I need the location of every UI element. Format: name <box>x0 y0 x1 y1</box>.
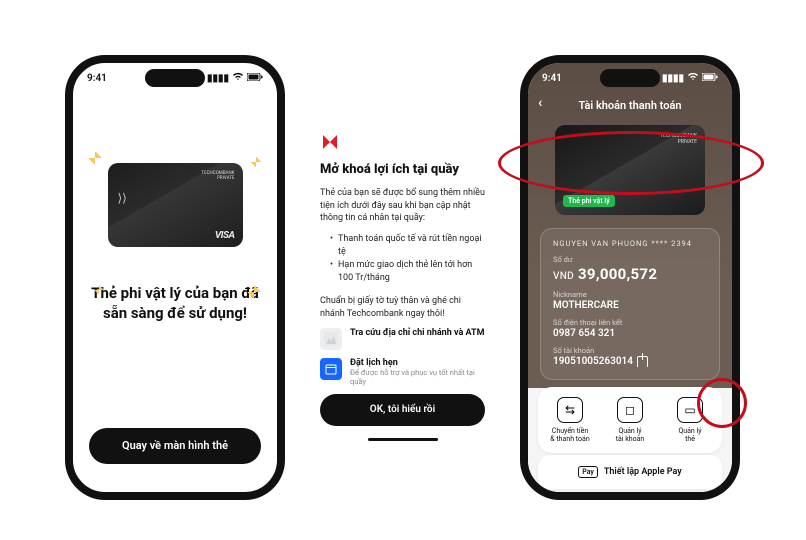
back-to-card-screen-button[interactable]: Quay về màn hình thẻ <box>89 428 261 464</box>
back-icon[interactable]: ‹ <box>538 95 542 111</box>
bank-tier: PRIVATE <box>217 176 234 181</box>
clock: 9:41 <box>542 73 562 84</box>
contactless-icon: ⟩⟩ <box>118 191 127 205</box>
card-type-tag: Thẻ phi vật lý <box>563 195 615 207</box>
nickname-value: MOTHERCARE <box>553 300 707 311</box>
balance-label: Số dư <box>553 255 707 264</box>
phone-screen-1: 9:41 ▮▮▮▮ ⟩⟩ TECHCOMBANK PRIVATE VISA <box>65 55 285 500</box>
battery-icon <box>247 73 263 84</box>
credit-card-preview[interactable]: TECHCOMBANK PRIVATE Thẻ phi vật lý <box>555 125 705 215</box>
phone-screen-3: 9:41 ▮▮▮▮ ‹ Tài khoản thanh toán TECHCOM… <box>520 55 740 500</box>
branch-locator-row[interactable]: Tra cứu địa chỉ chi nhánh và ATM <box>320 328 485 350</box>
screen-title: Tài khoản thanh toán <box>578 99 681 112</box>
card-privileges-row[interactable]: 1 Đặc quyền thẻ ⌄ <box>538 497 722 500</box>
panel-paragraph-1: Thẻ của bạn sẽ được bổ sung thêm nhiều t… <box>320 187 485 225</box>
linked-phone-value: 0987 654 321 <box>553 328 707 339</box>
transfer-icon: ⇆ <box>557 397 583 423</box>
credit-card-illustration: ⟩⟩ TECHCOMBANK PRIVATE VISA <box>108 163 243 247</box>
cardholder-name: NGUYEN VAN PHUONG **** 2394 <box>553 239 707 248</box>
branch-locator-label: Tra cứu địa chỉ chi nhánh và ATM <box>350 328 485 338</box>
wallet-icon: ◻ <box>617 397 643 423</box>
wifi-icon <box>687 72 699 84</box>
action-manage-account[interactable]: ◻ Quản lýtài khoản <box>600 397 660 443</box>
signal-icon: ▮▮▮▮ <box>207 73 229 84</box>
sparkle-icon <box>250 156 261 167</box>
battery-icon <box>702 73 718 84</box>
info-panel: Mở khoá lợi ích tại quầy Thẻ của bạn sẽ … <box>320 132 485 441</box>
benefit-item: Thanh toán quốc tế và rút tiền ngoại tệ <box>330 233 485 259</box>
nickname-label: Nickname <box>553 290 707 299</box>
dynamic-island <box>145 69 205 87</box>
headline: Thẻ phi vật lý của bạn đã sẵn sàng để sử… <box>89 283 261 324</box>
quick-actions-card: ⇆ Chuyển tiền& thanh toán ◻ Quản lýtài k… <box>538 387 722 453</box>
schedule-label: Đặt lịch hẹn <box>350 358 485 368</box>
account-number-value: 19051005263014 <box>553 356 633 367</box>
signal-icon: ▮▮▮▮ <box>662 73 684 84</box>
action-transfer-and-pay[interactable]: ⇆ Chuyển tiền& thanh toán <box>540 397 600 443</box>
balance-value: 39,000,572 <box>578 265 657 283</box>
bank-tier: PRIVATE <box>678 139 697 145</box>
sparkle-icon <box>87 151 101 165</box>
account-info-card: NGUYEN VAN PHUONG **** 2394 Số dư VND 39… <box>540 228 720 380</box>
benefit-item: Hạn mức giao dịch thẻ lên tới hơn 100 Tr… <box>330 259 485 285</box>
clock: 9:41 <box>87 73 107 84</box>
schedule-sublabel: Để được hỗ trợ và phục vụ tốt nhất tại q… <box>350 368 485 386</box>
benefits-list: Thanh toán quốc tế và rút tiền ngoại tệ … <box>320 233 485 285</box>
account-number-label: Số tài khoản <box>553 346 707 355</box>
apple-pay-badge-icon: Pay <box>578 466 598 478</box>
ok-understood-button[interactable]: OK, tôi hiểu rồi <box>320 394 485 426</box>
map-thumbnail-icon <box>320 328 342 350</box>
dynamic-island <box>600 69 660 87</box>
techcombank-logo-icon <box>320 132 340 152</box>
linked-phone-label: Số điện thoại liên kết <box>553 318 707 327</box>
visa-logo: VISA <box>215 230 235 241</box>
share-icon[interactable] <box>637 356 648 367</box>
currency: VND <box>553 271 574 282</box>
panel-title: Mở khoá lợi ích tại quầy <box>320 162 485 177</box>
calendar-icon <box>320 358 342 380</box>
wifi-icon <box>232 72 244 84</box>
panel-paragraph-2: Chuẩn bị giấy tờ tuỳ thân và ghé chi nhá… <box>320 295 485 320</box>
setup-apple-pay-button[interactable]: Pay Thiết lập Apple Pay <box>538 455 722 489</box>
schedule-appointment-row[interactable]: Đặt lịch hẹn Để được hỗ trợ và phục vụ t… <box>320 358 485 386</box>
action-manage-card[interactable]: ▭ Quản lýthẻ <box>660 397 720 443</box>
home-indicator <box>368 438 438 441</box>
apple-pay-label: Thiết lập Apple Pay <box>604 467 682 477</box>
card-icon: ▭ <box>677 397 703 423</box>
